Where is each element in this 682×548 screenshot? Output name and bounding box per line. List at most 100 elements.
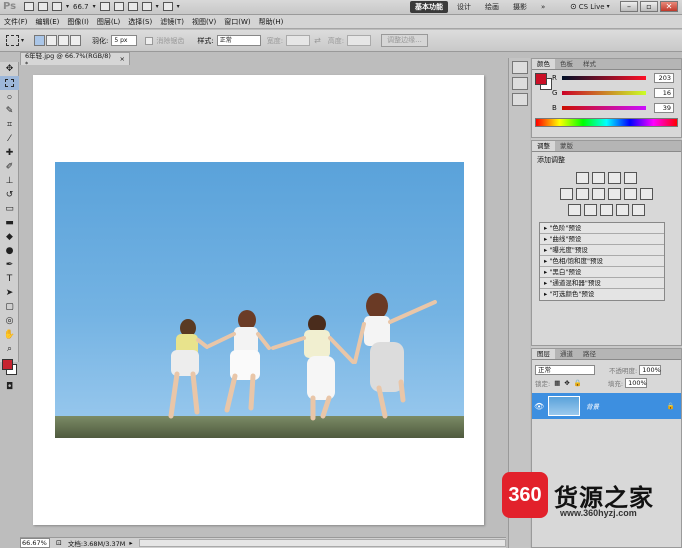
layer-row-background[interactable]: 👁 背景 🔒 [532,393,681,419]
lock-pixels-icon[interactable]: ▦ [554,379,560,387]
slider-r-value[interactable]: 203 [654,72,674,83]
path-selection-icon[interactable]: ➤ [0,286,19,300]
maximize-button[interactable]: ▫ [640,1,658,12]
rotate-view-icon[interactable] [127,2,138,11]
chevron-down-icon[interactable]: ▾ [21,37,24,44]
cs-live-area[interactable]: ⊙ CS Live ▾ [570,2,610,11]
width-input[interactable] [286,35,311,46]
lasso-icon[interactable]: ဝ [0,90,19,104]
hand-icon[interactable]: ✋ [0,328,19,342]
panel-foreground-swatch[interactable] [535,73,547,85]
mini-bridge-icon[interactable] [38,2,48,11]
more-workspaces-button[interactable]: » [536,1,550,13]
guides-icon[interactable] [52,2,62,11]
workspace-photography-button[interactable]: 摄影 [508,1,532,13]
lock-position-icon[interactable]: ✥ [564,379,569,387]
tab-masks[interactable]: 蒙版 [555,141,578,151]
pen-icon[interactable]: ✒ [0,258,19,272]
healing-brush-icon[interactable]: ✚ [0,146,19,160]
tab-styles[interactable]: 样式 [578,59,601,69]
zoom-tool-icon[interactable] [113,2,124,11]
posterize-icon[interactable] [584,204,597,216]
tab-adjustments[interactable]: 调整 [532,141,555,151]
shape-icon[interactable]: ▢ [0,300,19,314]
subtract-selection-icon[interactable] [58,35,70,46]
visibility-eye-icon[interactable]: 👁 [534,402,544,411]
height-input[interactable] [347,35,372,46]
rectangular-marquee-icon[interactable] [0,76,19,90]
quick-mask-icon[interactable]: ◘ [0,380,19,394]
mini-bridge-panel-icon[interactable] [511,61,528,74]
3d-rotate-icon[interactable]: ◎ [0,314,19,328]
type-icon[interactable]: T [0,272,19,286]
minimize-button[interactable]: – [620,1,638,12]
chevron-down-icon[interactable]: ▾ [156,3,159,10]
arrange-documents-icon[interactable] [141,2,152,11]
menu-filter[interactable]: 滤镜(T) [156,15,188,29]
gradient-icon[interactable]: ▬ [0,216,19,230]
slider-g[interactable]: G 16 [532,85,681,100]
color-balance-icon[interactable] [592,188,605,200]
status-menu-arrow-icon[interactable]: ▸ [129,539,132,547]
zoom-percentage-field[interactable]: 66.67% [20,538,50,548]
feather-input[interactable]: 5 px [111,35,138,46]
color-spectrum-ramp[interactable] [535,118,678,127]
clone-stamp-icon[interactable]: ⊥ [0,174,19,188]
menu-layer[interactable]: 图层(L) [93,15,124,29]
channel-mixer-icon[interactable] [640,188,653,200]
fill-input[interactable]: 100% [625,377,648,388]
brush-icon[interactable]: ✐ [0,160,19,174]
slider-b-value[interactable]: 39 [654,102,674,113]
black-white-icon[interactable] [608,188,621,200]
photo-filter-icon[interactable] [624,188,637,200]
swap-dimensions-icon[interactable]: ⇄ [314,36,321,45]
brushes-panel-icon[interactable] [511,93,528,106]
blend-mode-select[interactable]: 正常 [535,364,595,375]
status-info-icon[interactable]: ⊡ [56,539,62,547]
tab-layers[interactable]: 图层 [532,349,555,359]
menu-file[interactable]: 文件(F) [0,15,32,29]
hand-tool-icon[interactable] [99,2,110,11]
opacity-input[interactable]: 100% [639,364,662,375]
preset-item-levels[interactable]: ▸ "色阶"预设 [540,223,664,234]
invert-icon[interactable] [568,204,581,216]
history-panel-icon[interactable] [511,77,528,90]
threshold-icon[interactable] [600,204,613,216]
zoom-icon[interactable]: ⌕ [0,342,19,356]
horizontal-scrollbar[interactable] [138,539,506,547]
hue-saturation-icon[interactable] [576,188,589,200]
intersect-selection-icon[interactable] [70,35,82,46]
brightness-contrast-icon[interactable] [576,172,589,184]
screen-mode-icon[interactable] [162,2,173,11]
eyedropper-icon[interactable]: ⁄ [0,132,19,146]
marquee-preset-icon[interactable] [6,35,19,46]
preset-item-black-white[interactable]: ▸ "黑白"预设 [540,267,664,278]
move-tool-icon[interactable]: ✥ [0,62,19,76]
preset-item-selective-color[interactable]: ▸ "可选颜色"预设 [540,289,664,300]
add-to-selection-icon[interactable] [46,35,58,46]
vibrance-icon[interactable] [560,188,573,200]
tab-swatches[interactable]: 色板 [555,59,578,69]
slider-b-track[interactable] [562,105,646,110]
exposure-icon[interactable] [624,172,637,184]
workspace-design-button[interactable]: 设计 [452,1,476,13]
chevron-down-icon[interactable]: ▾ [93,3,96,10]
bridge-icon[interactable] [24,2,34,11]
document-tab[interactable]: 6年轻.jpg @ 66.7%(RGB/8) * × [20,52,130,68]
style-select[interactable]: 正常 [216,35,261,46]
chevron-down-icon[interactable]: ▾ [66,3,69,10]
slider-b[interactable]: B 39 [532,100,681,115]
tab-channels[interactable]: 通道 [555,349,578,359]
levels-icon[interactable] [592,172,605,184]
selective-color-icon[interactable] [632,204,645,216]
quick-selection-icon[interactable]: ✎ [0,104,19,118]
history-brush-icon[interactable]: ↺ [0,188,19,202]
dodge-icon[interactable]: ● [0,244,19,258]
refine-edge-button[interactable]: 调整边缘... [381,34,428,47]
blur-icon[interactable]: ◆ [0,230,19,244]
preset-item-hue-saturation[interactable]: ▸ "色相/饱和度"预设 [540,256,664,267]
tab-color[interactable]: 颜色 [532,59,555,69]
curves-icon[interactable] [608,172,621,184]
menu-view[interactable]: 视图(V) [188,15,220,29]
photo-image[interactable] [55,162,464,438]
